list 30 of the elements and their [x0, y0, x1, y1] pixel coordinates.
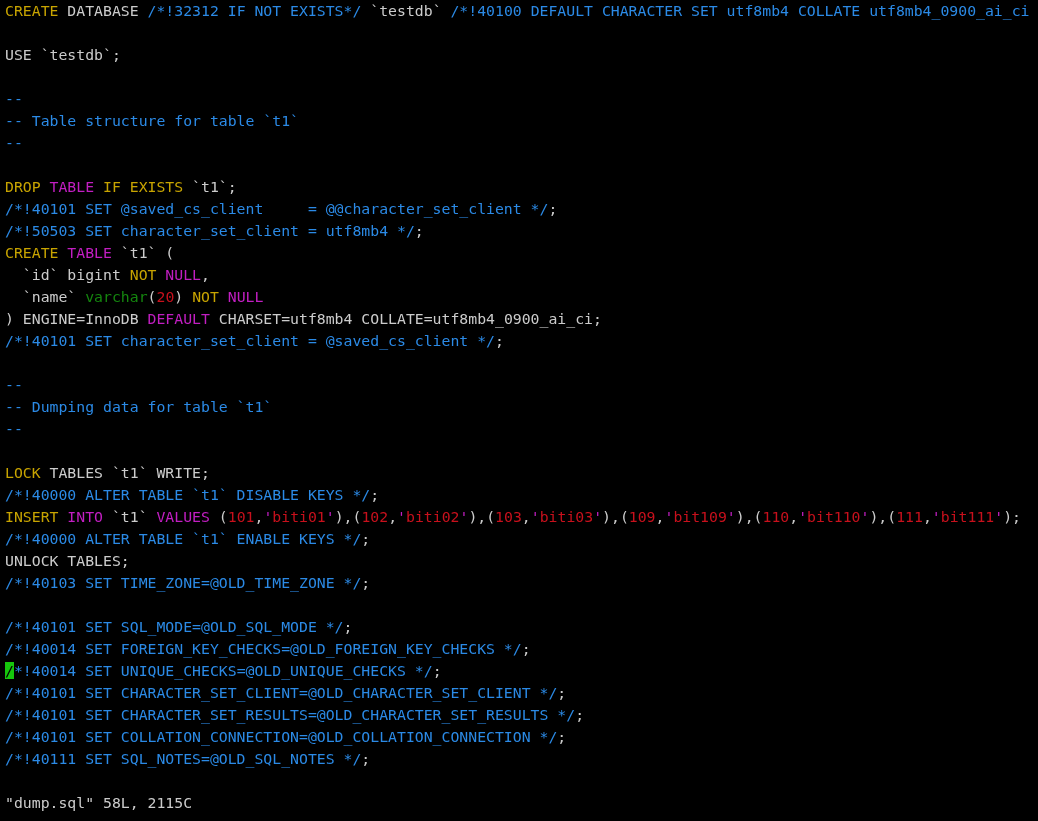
- code-line: `id` bigint NOT NULL,: [21, 265, 210, 285]
- code-line: LOCK TABLES `t1` WRITE;: [5, 463, 210, 483]
- code-line: /*!40101 SET SQL_MODE=@OLD_SQL_MODE */;: [5, 617, 353, 638]
- code-line: /*!40014 SET FOREIGN_KEY_CHECKS=@OLD_FOREIGN_KEY_CHECKS */;: [5, 639, 531, 660]
- code-line: /*!40101 SET character_set_client = @saved_cs_client */;: [5, 331, 504, 352]
- code-line: /*!40000 ALTER TABLE `t1` DISABLE KEYS */;: [5, 485, 380, 505]
- code-line: CREATE TABLE `t1` (: [5, 243, 175, 263]
- code-line: `name` varchar(20) NOT NULL: [21, 287, 264, 307]
- code-line: -- Dumping data for table `t1`: [5, 397, 273, 417]
- code-line: USE `testdb`;: [5, 45, 121, 65]
- code-line: /*!40101 SET COLLATION_CONNECTION=@OLD_COLLATION_CONNECTION */;: [5, 727, 567, 748]
- code-line: --: [5, 375, 23, 395]
- code-line: /*!40101 SET @saved_cs_client = @@character_set_client */;: [5, 199, 558, 220]
- code-line: /*!40101 SET CHARACTER_SET_RESULTS=@OLD_CHARACTER_SET_RESULTS */;: [5, 705, 585, 726]
- code-line: /*!40000 ALTER TABLE `t1` ENABLE KEYS */;: [5, 529, 371, 549]
- code-line: INSERT INTO `t1` VALUES (101,'biti01'),(102,'biti02'),(103,'biti03'),(109,'bit109'),(110,'bit110'),(111,'bit111');: [5, 507, 1021, 527]
- code-line: --: [5, 419, 23, 439]
- code-line: DROP TABLE IF EXISTS `t1`;: [5, 177, 237, 197]
- status-message: "dump.sql" 58L, 2115C: [5, 793, 193, 813]
- code-line: /*!40101 SET CHARACTER_SET_CLIENT=@OLD_CHARACTER_SET_CLIENT */;: [5, 683, 567, 704]
- code-line: UNLOCK TABLES;: [5, 551, 130, 571]
- code-line: /*!40014 SET UNIQUE_CHECKS=@OLD_UNIQUE_CHECKS */;: [5, 661, 442, 682]
- code-line: --: [5, 133, 23, 153]
- code-line: CREATE DATABASE /*!32312 IF NOT EXISTS*/ `testdb` /*!40100 DEFAULT CHARACTER SET utf8mb4 COLLATE utf8mb4_0900_ai_ci: [5, 1, 1030, 22]
- code-line: /*!50503 SET character_set_client = utf8mb4 */;: [5, 221, 424, 242]
- code-line: /*!40103 SET TIME_ZONE=@OLD_TIME_ZONE */;: [5, 573, 371, 594]
- code-line: /*!40111 SET SQL_NOTES=@OLD_SQL_NOTES */;: [5, 749, 371, 770]
- code-line: --: [5, 89, 23, 109]
- code-line: ) ENGINE=InnoDB DEFAULT CHARSET=utf8mb4 COLLATE=utf8mb4_0900_ai_ci;: [5, 309, 602, 330]
- code-line: -- Table structure for table `t1`: [5, 111, 299, 131]
